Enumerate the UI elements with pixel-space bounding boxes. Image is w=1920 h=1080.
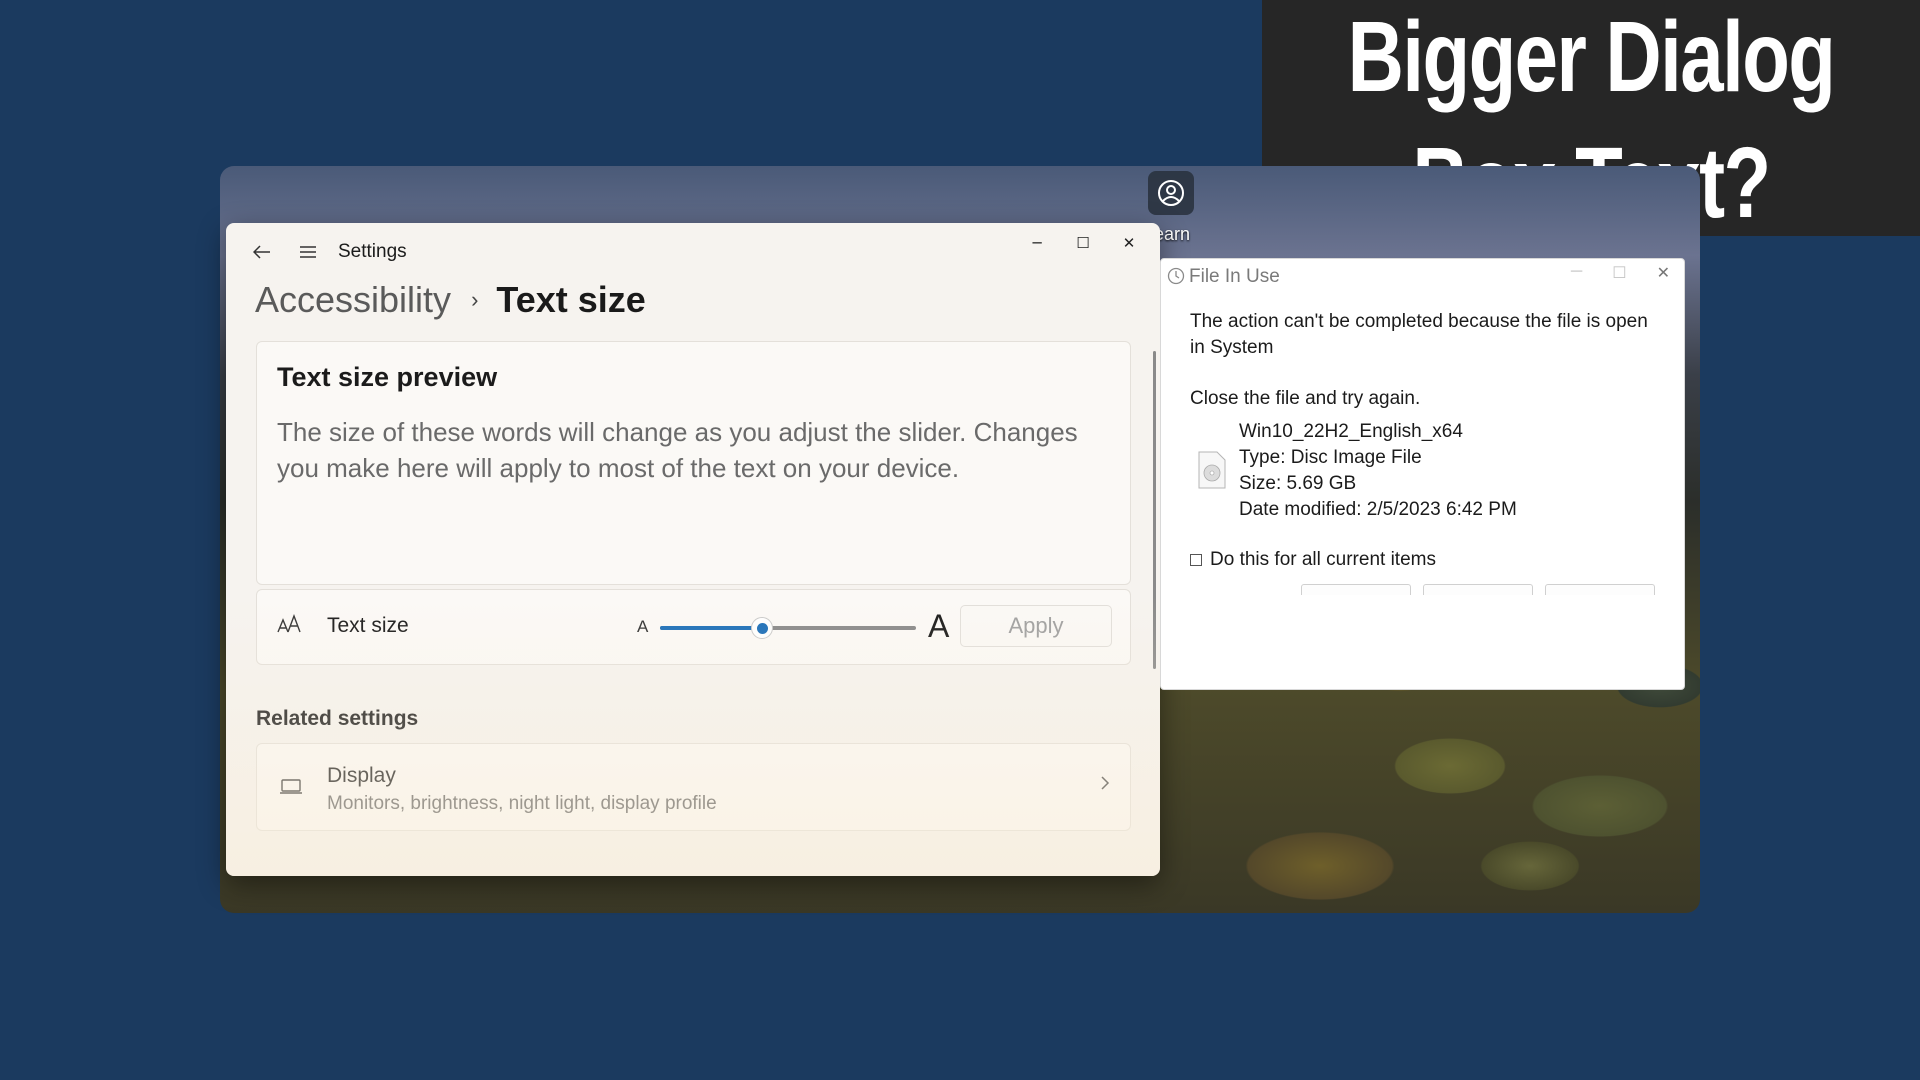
text-size-row: Text size A A Apply [256,589,1131,665]
text-size-preview-card: Text size preview The size of these word… [256,341,1131,585]
display-settings-link[interactable]: Display Monitors, brightness, night ligh… [256,743,1131,831]
breadcrumb-accessibility[interactable]: Accessibility [255,279,451,321]
minimize-button[interactable]: ─ [1018,229,1056,257]
file-in-use-dialog: File In Use ─ ☐ ✕ The action can't be co… [1160,258,1685,690]
clock-icon [1167,267,1185,290]
desktop-shortcut-icon[interactable] [1148,171,1194,215]
chevron-right-icon [1100,772,1110,797]
window-controls: ─ ☐ ✕ [1018,229,1148,257]
apply-button[interactable]: Apply [960,605,1112,647]
menu-button[interactable] [290,237,326,267]
file-details: Win10_22H2_English_x64 Type: Disc Image … [1239,419,1517,523]
apply-to-all-checkbox-row[interactable]: Do this for all current items [1190,549,1436,571]
dialog-button-1[interactable] [1301,584,1411,595]
text-size-slider[interactable] [660,617,916,639]
dialog-window-controls: ─ ☐ ✕ [1571,263,1670,283]
breadcrumb: Accessibility › Text size [255,279,646,321]
apply-to-all-label[interactable]: Do this for all current items [1210,549,1436,571]
text-size-icon [277,614,303,640]
display-title: Display [327,764,396,787]
dialog-titlebar: File In Use ─ ☐ ✕ [1161,259,1684,293]
file-date-modified: Date modified: 2/5/2023 6:42 PM [1239,499,1517,520]
disc-image-file-icon [1197,451,1227,494]
scrollbar[interactable] [1153,351,1156,669]
dialog-button-2[interactable] [1423,584,1533,595]
related-settings-heading: Related settings [256,707,419,730]
dialog-button-row [1301,584,1655,595]
banner-line-1: Bigger Dialog [1347,1,1836,113]
file-size: Size: 5.69 GB [1239,473,1357,494]
dialog-minimize-button[interactable]: ─ [1571,263,1582,283]
hamburger-icon [300,246,316,258]
slider-max-label: A [928,608,950,644]
file-name: Win10_22H2_English_x64 [1239,421,1463,442]
slider-min-label: A [637,617,649,636]
back-arrow-icon [253,245,270,259]
maximize-button[interactable]: ☐ [1064,229,1102,257]
text-size-label: Text size [327,614,409,637]
preview-heading: Text size preview [277,362,498,392]
settings-window: Settings ─ ☐ ✕ Accessibility › Text size… [226,223,1160,876]
page-title: Text size [496,279,646,320]
close-button[interactable]: ✕ [1110,229,1148,257]
dialog-close-button[interactable]: ✕ [1657,263,1670,283]
dialog-title: File In Use [1189,266,1280,287]
display-subtitle: Monitors, brightness, night light, displ… [327,793,717,814]
apply-to-all-checkbox[interactable] [1190,554,1202,566]
slider-thumb[interactable] [751,617,774,639]
laptop-icon [279,778,303,800]
user-circle-icon [1158,180,1184,206]
dialog-instruction: Close the file and try again. [1190,388,1421,409]
settings-titlebar: Settings [244,237,407,267]
app-title: Settings [338,241,407,262]
dialog-maximize-button[interactable]: ☐ [1612,263,1626,283]
back-button[interactable] [244,237,280,267]
breadcrumb-separator: › [471,287,479,312]
slider-fill [660,626,763,630]
dialog-message: The action can't be completed because th… [1190,311,1648,358]
file-type: Type: Disc Image File [1239,447,1422,468]
preview-body-text: The size of these words will change as y… [277,417,1078,483]
dialog-button-3[interactable] [1545,584,1655,595]
